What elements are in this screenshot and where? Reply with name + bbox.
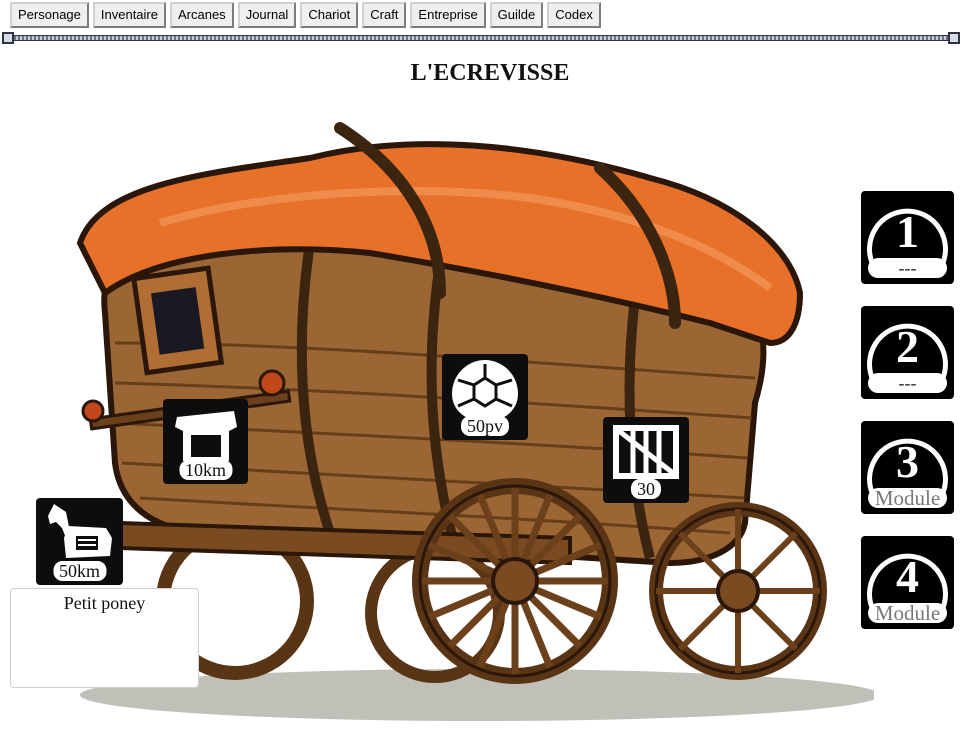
hp-badge: 50pv	[442, 354, 528, 440]
mount-speed-value: 50km	[52, 561, 107, 581]
mount-name-box[interactable]: Petit poney	[10, 588, 199, 688]
module-slot-2[interactable]: 2 ---	[861, 306, 954, 399]
tab-bar: Personage Inventaire Arcanes Journal Cha…	[10, 2, 601, 28]
cargo-badge: 30	[603, 417, 689, 503]
hp-value: 50pv	[461, 416, 509, 436]
module-number: 3	[896, 436, 919, 487]
tab-entreprise[interactable]: Entreprise	[410, 2, 486, 28]
mount-name: Petit poney	[63, 593, 146, 613]
module-slot-4[interactable]: 4 Module	[861, 536, 954, 629]
tab-journal[interactable]: Journal	[237, 2, 297, 28]
tab-craft[interactable]: Craft	[362, 2, 407, 28]
speed-badge: 10km	[163, 399, 248, 484]
tab-chariot[interactable]: Chariot	[300, 2, 359, 28]
slider-handle-right[interactable]	[948, 32, 960, 44]
module-number: 4	[896, 551, 919, 602]
speed-value: 10km	[178, 460, 233, 480]
tab-inventaire[interactable]: Inventaire	[92, 2, 166, 28]
range-slider[interactable]	[2, 32, 960, 44]
module-slot-3[interactable]: 3 Module	[861, 421, 954, 514]
module-label: ---	[868, 373, 947, 393]
tab-arcanes[interactable]: Arcanes	[169, 2, 234, 28]
module-label: Module	[868, 488, 947, 509]
cargo-value: 30	[631, 479, 661, 499]
module-slot-1[interactable]: 1 ---	[861, 191, 954, 284]
slider-handle-left[interactable]	[2, 32, 14, 44]
mount-badge: 50km	[36, 498, 123, 585]
module-number: 2	[896, 321, 919, 372]
tab-codex[interactable]: Codex	[547, 2, 601, 28]
module-number: 1	[896, 206, 919, 257]
module-label: Module	[868, 603, 947, 624]
wagon-title: L'ECREVISSE	[410, 60, 570, 86]
module-label: ---	[868, 258, 947, 278]
slider-track[interactable]	[8, 35, 954, 41]
tab-personage[interactable]: Personage	[10, 2, 89, 28]
tab-guilde[interactable]: Guilde	[489, 2, 544, 28]
